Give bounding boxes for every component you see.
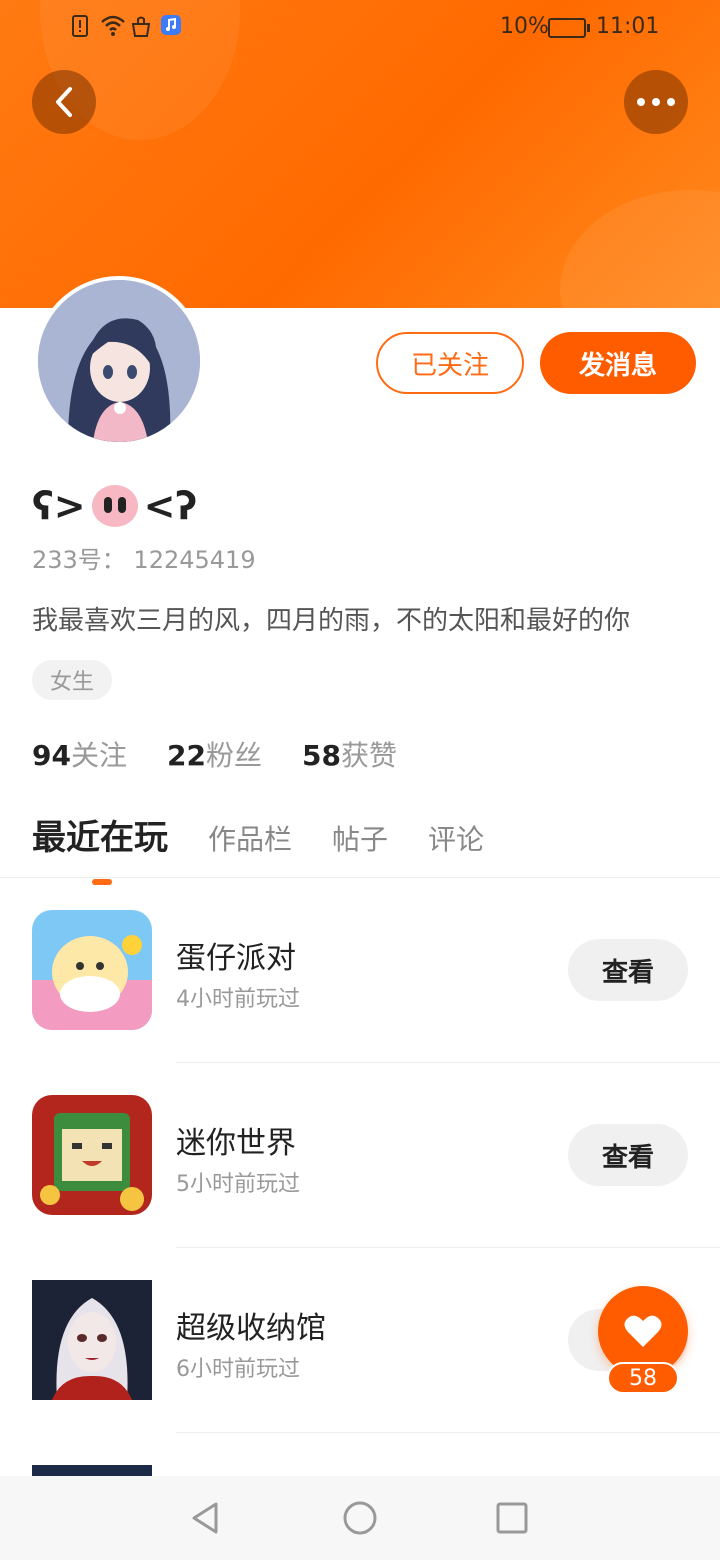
nav-recents-icon[interactable]: [492, 1498, 532, 1538]
game-icon: [32, 1465, 152, 1476]
list-item[interactable]: 蛋仔派对 4小时前玩过 查看: [0, 878, 720, 1063]
game-last-played: 5小时前玩过: [176, 1172, 300, 1197]
status-icons: [70, 14, 182, 38]
stat-value: 94: [32, 739, 71, 772]
game-name: 蛋仔派对: [176, 941, 296, 976]
list-item[interactable]: [0, 1433, 720, 1476]
stat-label: 获赞: [340, 739, 397, 772]
music-app-icon: [160, 14, 182, 38]
tab-works[interactable]: 作品栏: [208, 818, 292, 858]
view-button[interactable]: 查看: [568, 1124, 688, 1186]
back-button[interactable]: [32, 70, 96, 134]
game-icon: [32, 910, 152, 1030]
system-nav-bar: [0, 1476, 720, 1560]
heart-icon: [624, 1315, 662, 1347]
stat-fans[interactable]: 22粉丝: [167, 734, 262, 774]
stat-label: 粉丝: [205, 739, 262, 772]
game-name: 迷你世界: [176, 1126, 296, 1161]
clock: 11:01: [596, 14, 660, 39]
stat-following[interactable]: 94关注: [32, 734, 127, 774]
tab-comments[interactable]: 评论: [428, 818, 484, 858]
game-last-played: 6小时前玩过: [176, 1357, 300, 1382]
nav-back-icon[interactable]: [186, 1498, 226, 1538]
game-last-played: 4小时前玩过: [176, 987, 300, 1012]
followed-button[interactable]: 已关注: [376, 332, 524, 394]
game-icon: [32, 1095, 152, 1215]
nickname-right: <ʔ: [143, 484, 198, 528]
tab-posts[interactable]: 帖子: [332, 818, 388, 858]
send-message-button[interactable]: 发消息: [540, 332, 696, 394]
gender-tag: 女生: [32, 660, 113, 700]
battery-percent: 10%: [500, 14, 549, 39]
battery-icon: [548, 18, 590, 38]
wifi-icon: [100, 14, 125, 38]
view-button[interactable]: 查看: [568, 939, 688, 1001]
more-button[interactable]: [624, 70, 688, 134]
stat-value: 58: [301, 739, 341, 772]
bio: 我最喜欢三月的风，四月的雨，不的太阳和最好的你: [32, 606, 631, 636]
profile-tabs: 最近在玩 作品栏 帖子 评论: [32, 810, 484, 885]
stat-label: 关注: [70, 739, 127, 772]
avatar[interactable]: [34, 276, 204, 446]
bag-icon: [130, 14, 152, 38]
avatar-image: [38, 280, 200, 442]
nickname: ʕ> <ʔ: [32, 484, 197, 528]
tab-recently-played[interactable]: 最近在玩: [32, 810, 168, 885]
user-id: 233号： 12245419: [32, 546, 256, 574]
banner-decoration: [560, 190, 720, 308]
alert-icon: [70, 14, 92, 38]
status-bar: 10% 11:01: [0, 0, 720, 56]
stats-row: 94关注 22粉丝 58获赞: [32, 734, 397, 774]
stat-likes[interactable]: 58获赞: [302, 734, 397, 774]
list-item[interactable]: 迷你世界 5小时前玩过 查看: [0, 1063, 720, 1248]
pig-nose-emoji-icon: [91, 485, 138, 527]
like-count-badge: 58: [607, 1362, 679, 1394]
game-icon: [32, 1280, 152, 1400]
nav-home-icon[interactable]: [340, 1498, 380, 1538]
stat-value: 22: [166, 739, 206, 772]
game-name: 超级收纳馆: [176, 1311, 326, 1346]
more-dots-icon: [637, 98, 675, 106]
nickname-left: ʕ>: [32, 484, 86, 528]
chevron-left-icon: [56, 87, 72, 117]
